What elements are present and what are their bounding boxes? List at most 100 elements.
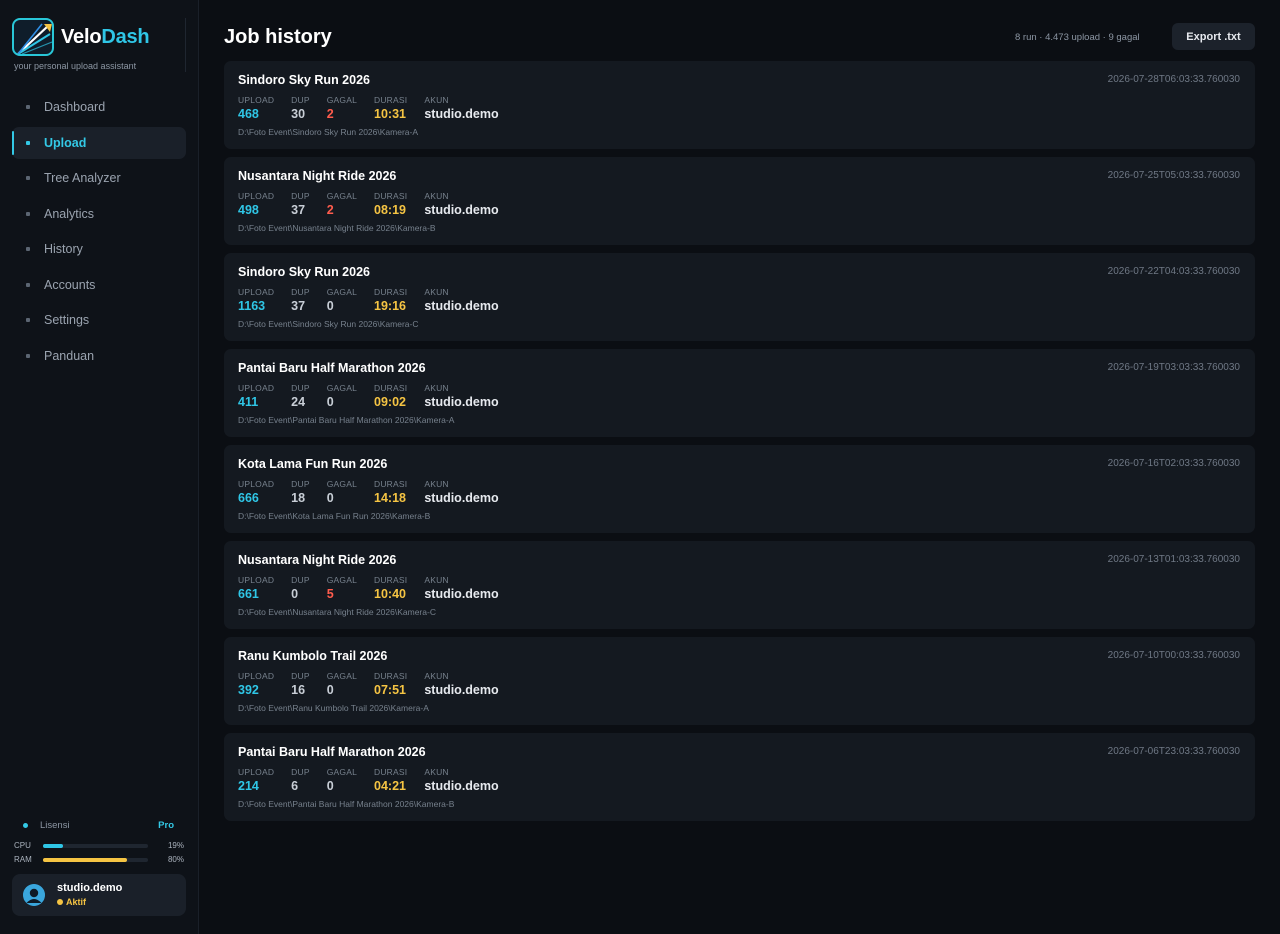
stat-akun-label: AKUN (424, 287, 449, 297)
stat-upload-label: UPLOAD (238, 95, 275, 105)
nav-item-settings[interactable]: Settings (12, 304, 186, 336)
stat-gagal-value: 0 (326, 491, 334, 505)
logo-icon (12, 18, 54, 56)
job-path: D:\Foto Event\Pantai Baru Half Marathon … (238, 799, 455, 809)
nav-item-history[interactable]: History (12, 233, 186, 265)
stat-durasi-value: 07:51 (374, 683, 406, 697)
stat-dup: DUP 24 (291, 383, 310, 409)
stat-upload: UPLOAD 666 (238, 479, 274, 505)
nav-item-label: Analytics (44, 206, 95, 221)
stat-gagal-label: GAGAL (326, 671, 357, 681)
user-status-label: Aktif (66, 897, 86, 907)
stat-durasi-value: 19:16 (374, 299, 406, 313)
job-list: Sindoro Sky Run 2026 2026-07-28T06:03:33… (224, 61, 1255, 829)
stat-durasi-label: DURASI (374, 767, 408, 777)
stat-gagal-label: GAGAL (326, 479, 357, 489)
stat-upload: UPLOAD 661 (238, 575, 274, 601)
job-card[interactable]: Pantai Baru Half Marathon 2026 2026-07-0… (224, 733, 1255, 821)
stat-durasi-value: 14:18 (374, 491, 406, 505)
user-card[interactable]: studio.demo Aktif (12, 874, 186, 916)
stat-upload-label: UPLOAD (238, 191, 275, 201)
job-timestamp: 2026-07-13T01:03:33.760030 (1107, 554, 1240, 565)
user-name: studio.demo (57, 882, 123, 894)
stat-dup-label: DUP (291, 671, 310, 681)
brand-divider (185, 18, 186, 72)
stat-durasi: DURASI 04:21 (374, 767, 407, 793)
job-card[interactable]: Nusantara Night Ride 2026 2026-07-13T01:… (224, 541, 1255, 629)
stat-durasi-label: DURASI (374, 287, 408, 297)
stat-durasi: DURASI 10:40 (374, 575, 407, 601)
cpu-percent: 19% (167, 841, 184, 850)
stat-upload-label: UPLOAD (238, 383, 275, 393)
cpu-fill (43, 844, 63, 848)
stat-upload-value: 498 (238, 203, 259, 217)
stat-upload-label: UPLOAD (238, 767, 275, 777)
stat-durasi-label: DURASI (374, 479, 408, 489)
job-timestamp: 2026-07-06T23:03:33.760030 (1107, 746, 1240, 757)
stat-akun: AKUN studio.demo (424, 191, 498, 217)
stat-dup-label: DUP (291, 767, 310, 777)
nav-item-tree-analyzer[interactable]: Tree Analyzer (12, 162, 186, 194)
sidebar: VeloDash your personal upload assistant … (0, 0, 199, 934)
stat-akun-label: AKUN (424, 95, 449, 105)
nav-item-label: Accounts (44, 277, 96, 292)
job-card[interactable]: Sindoro Sky Run 2026 2026-07-28T06:03:33… (224, 61, 1255, 149)
job-card[interactable]: Sindoro Sky Run 2026 2026-07-22T04:03:33… (224, 253, 1255, 341)
stat-durasi: DURASI 19:16 (374, 287, 407, 313)
stat-durasi-value: 08:19 (374, 203, 406, 217)
stat-dup-label: DUP (291, 191, 310, 201)
stat-gagal: GAGAL 0 (327, 671, 357, 697)
stat-akun: AKUN studio.demo (424, 671, 498, 697)
brand-name-part2: Dash (101, 25, 150, 48)
bullet-icon (26, 176, 30, 180)
stat-upload-value: 661 (238, 587, 259, 601)
stat-gagal-label: GAGAL (326, 191, 357, 201)
stat-durasi-value: 09:02 (374, 395, 406, 409)
stat-gagal-value: 2 (326, 107, 334, 121)
stat-dup-value: 6 (291, 779, 299, 793)
job-title: Pantai Baru Half Marathon 2026 (238, 361, 426, 375)
stat-upload-value: 468 (238, 107, 259, 121)
status-dot-icon (57, 899, 63, 905)
brand[interactable]: VeloDash (12, 17, 150, 57)
stat-upload: UPLOAD 214 (238, 767, 274, 793)
nav-item-upload[interactable]: Upload (12, 126, 186, 159)
stat-akun-value: studio.demo (424, 203, 499, 217)
stat-gagal: GAGAL 2 (327, 95, 357, 121)
stat-upload-value: 1163 (238, 299, 266, 313)
stat-upload-label: UPLOAD (238, 287, 275, 297)
job-card[interactable]: Nusantara Night Ride 2026 2026-07-25T05:… (224, 157, 1255, 245)
stat-gagal: GAGAL 0 (327, 383, 357, 409)
stat-gagal-label: GAGAL (326, 767, 357, 777)
ram-label: RAM (14, 855, 32, 864)
nav-item-label: Dashboard (44, 100, 106, 114)
bullet-icon (26, 105, 30, 109)
job-title: Sindoro Sky Run 2026 (238, 73, 370, 87)
stat-akun: AKUN studio.demo (424, 767, 498, 793)
job-card[interactable]: Kota Lama Fun Run 2026 2026-07-16T02:03:… (224, 445, 1255, 533)
nav-item-panduan[interactable]: Panduan (12, 340, 186, 372)
nav-item-analytics[interactable]: Analytics (12, 198, 186, 230)
stat-upload: UPLOAD 468 (238, 95, 274, 121)
job-stats: UPLOAD 214 DUP 6 GAGAL 0 DURASI 04:21 AK… (238, 767, 516, 793)
stat-durasi-value: 10:40 (374, 587, 406, 601)
nav-item-accounts[interactable]: Accounts (12, 269, 186, 301)
bullet-icon (26, 353, 30, 358)
stat-dup-label: DUP (291, 287, 310, 297)
job-timestamp: 2026-07-25T05:03:33.760030 (1107, 170, 1240, 181)
job-timestamp: 2026-07-16T02:03:33.760030 (1107, 458, 1240, 469)
history-summary: 8 run · 4.473 upload · 9 gagal (1015, 32, 1140, 43)
nav-item-dashboard[interactable]: Dashboard (12, 91, 186, 123)
export-button[interactable]: Export .txt (1172, 23, 1255, 50)
stat-upload-label: UPLOAD (238, 479, 275, 489)
job-card[interactable]: Ranu Kumbolo Trail 2026 2026-07-10T00:03… (224, 637, 1255, 725)
job-card[interactable]: Pantai Baru Half Marathon 2026 2026-07-1… (224, 349, 1255, 437)
stat-upload-value: 214 (238, 779, 259, 793)
cpu-meter: CPU 19% (14, 841, 184, 851)
stat-gagal: GAGAL 0 (327, 479, 357, 505)
stat-gagal-value: 2 (326, 203, 334, 217)
stat-dup: DUP 30 (291, 95, 310, 121)
stat-upload-value: 392 (238, 683, 259, 697)
stat-dup-label: DUP (291, 95, 310, 105)
stat-gagal-value: 0 (326, 683, 334, 697)
